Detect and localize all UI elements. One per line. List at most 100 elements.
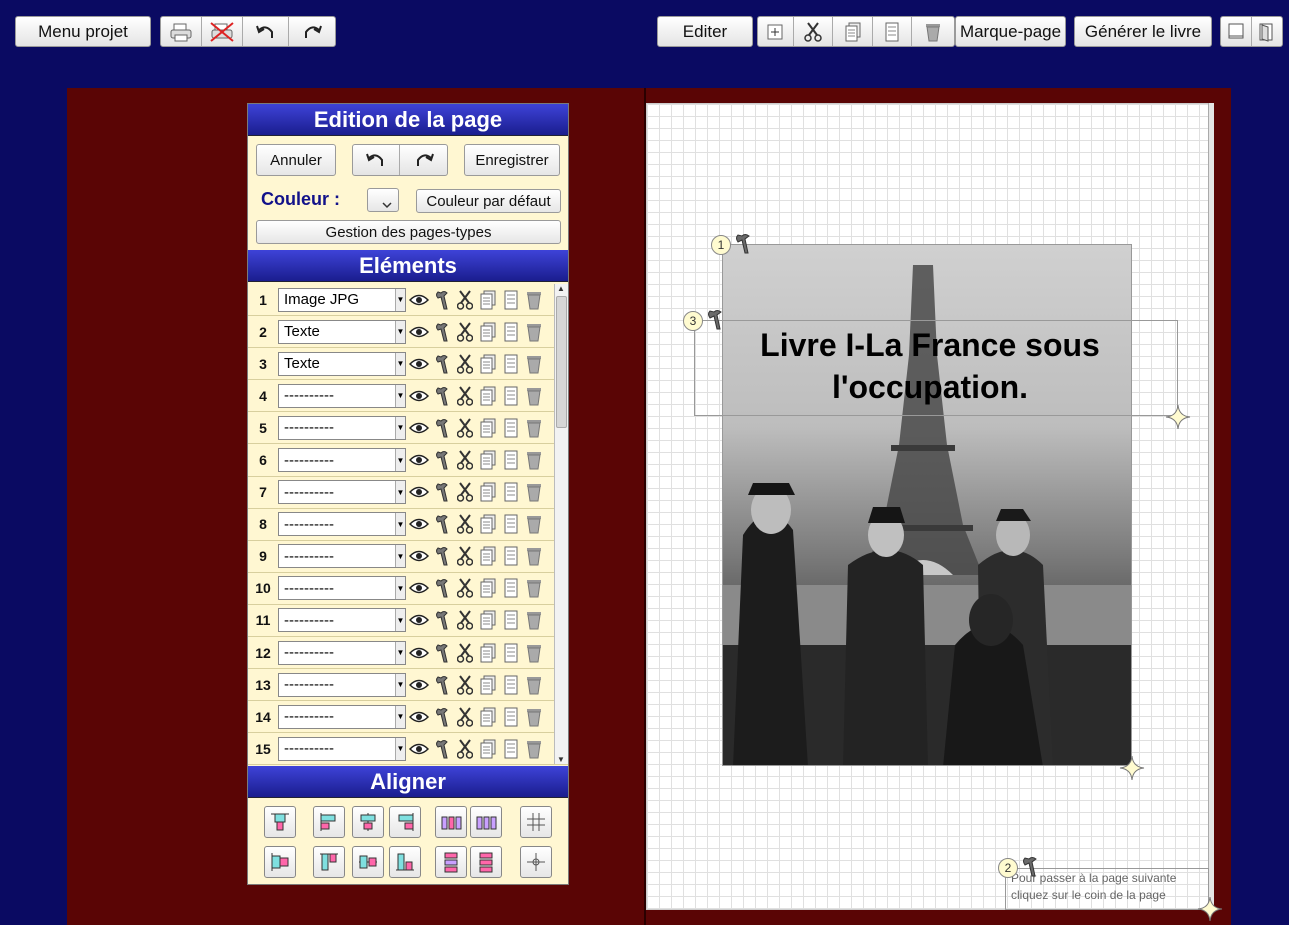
copy-icon[interactable] — [477, 321, 499, 343]
trash-icon[interactable] — [523, 545, 545, 567]
element-type-select[interactable]: ---------- ▼ — [278, 608, 406, 633]
exit-button[interactable] — [1252, 17, 1282, 46]
paste-icon[interactable] — [500, 289, 522, 311]
element-type-select[interactable]: Texte ▼ — [278, 351, 406, 376]
scissors-icon[interactable] — [454, 609, 476, 631]
scissors-icon[interactable] — [454, 385, 476, 407]
distribute-h-button[interactable] — [435, 806, 467, 838]
scissors-icon[interactable] — [454, 353, 476, 375]
eye-icon[interactable] — [408, 577, 430, 599]
wrench-icon[interactable] — [431, 289, 453, 311]
default-color-button[interactable]: Couleur par défaut — [416, 189, 561, 213]
paste-icon[interactable] — [500, 321, 522, 343]
trash-icon[interactable] — [523, 353, 545, 375]
scissors-icon[interactable] — [454, 706, 476, 728]
wrench-icon[interactable] — [431, 513, 453, 535]
element-type-select[interactable]: ---------- ▼ — [278, 640, 406, 665]
trash-icon[interactable] — [523, 321, 545, 343]
paste-icon[interactable] — [500, 481, 522, 503]
element-type-select[interactable]: ---------- ▼ — [278, 448, 406, 473]
eye-icon[interactable] — [408, 353, 430, 375]
paste-icon[interactable] — [500, 609, 522, 631]
resize-handle-icon[interactable] — [1119, 755, 1145, 781]
copy-icon[interactable] — [477, 289, 499, 311]
redo-button[interactable] — [289, 17, 335, 46]
eye-icon[interactable] — [408, 417, 430, 439]
distribute-v-equal-button[interactable] — [470, 846, 502, 878]
scroll-down-arrow[interactable]: ▼ — [557, 755, 565, 764]
cut-page-button[interactable] — [794, 17, 834, 46]
eye-icon[interactable] — [408, 481, 430, 503]
scissors-icon[interactable] — [454, 674, 476, 696]
delete-page-button[interactable] — [912, 17, 954, 46]
editer-button[interactable]: Editer — [657, 16, 753, 47]
align-top-button[interactable] — [264, 806, 296, 838]
paste-icon[interactable] — [500, 577, 522, 599]
distribute-h-equal-button[interactable] — [470, 806, 502, 838]
copy-icon[interactable] — [477, 481, 499, 503]
paste-icon[interactable] — [500, 353, 522, 375]
footer-text[interactable]: Pour passer à la page suivante cliquez s… — [1011, 870, 1207, 904]
element-type-select[interactable]: ---------- ▼ — [278, 736, 406, 761]
scissors-icon[interactable] — [454, 417, 476, 439]
distribute-v-button[interactable] — [435, 846, 467, 878]
copy-icon[interactable] — [477, 674, 499, 696]
eye-icon[interactable] — [408, 385, 430, 407]
paste-icon[interactable] — [500, 706, 522, 728]
color-picker-button[interactable] — [367, 188, 399, 212]
paste-icon[interactable] — [500, 385, 522, 407]
element-type-select[interactable]: ---------- ▼ — [278, 415, 406, 440]
wrench-icon[interactable] — [431, 642, 453, 664]
element-type-select[interactable]: ---------- ▼ — [278, 576, 406, 601]
scissors-icon[interactable] — [454, 513, 476, 535]
scroll-up-arrow[interactable]: ▲ — [557, 284, 565, 293]
copy-icon[interactable] — [477, 417, 499, 439]
scissors-icon[interactable] — [454, 481, 476, 503]
wrench-icon[interactable] — [705, 309, 725, 331]
paste-icon[interactable] — [500, 449, 522, 471]
copy-icon[interactable] — [477, 577, 499, 599]
wrench-icon[interactable] — [431, 706, 453, 728]
menu-projet-button[interactable]: Menu projet — [15, 16, 151, 47]
page-types-button[interactable]: Gestion des pages-types — [256, 220, 561, 244]
paste-icon[interactable] — [500, 738, 522, 760]
title-element-badge[interactable]: 3 — [683, 311, 703, 331]
scissors-icon[interactable] — [454, 577, 476, 599]
wrench-icon[interactable] — [431, 738, 453, 760]
image-element-badge[interactable]: 1 — [711, 235, 731, 255]
eye-icon[interactable] — [408, 642, 430, 664]
scissors-icon[interactable] — [454, 449, 476, 471]
element-type-select[interactable]: ---------- ▼ — [278, 383, 406, 408]
scrollbar-thumb[interactable] — [556, 296, 567, 428]
no-print-button[interactable] — [202, 17, 243, 46]
trash-icon[interactable] — [523, 577, 545, 599]
trash-icon[interactable] — [523, 449, 545, 471]
eye-icon[interactable] — [408, 706, 430, 728]
wrench-icon[interactable] — [431, 609, 453, 631]
align-bottom-button[interactable] — [389, 846, 421, 878]
trash-icon[interactable] — [523, 481, 545, 503]
trash-icon[interactable] — [523, 674, 545, 696]
trash-icon[interactable] — [523, 289, 545, 311]
trash-icon[interactable] — [523, 706, 545, 728]
eye-icon[interactable] — [408, 738, 430, 760]
copy-icon[interactable] — [477, 738, 499, 760]
element-type-select[interactable]: ---------- ▼ — [278, 480, 406, 505]
footer-element-badge[interactable]: 2 — [998, 858, 1018, 878]
eye-icon[interactable] — [408, 289, 430, 311]
align-center-h-button[interactable] — [352, 806, 384, 838]
element-type-select[interactable]: Texte ▼ — [278, 319, 406, 344]
wrench-icon[interactable] — [431, 385, 453, 407]
marque-page-button[interactable]: Marque-page — [955, 16, 1066, 47]
scissors-icon[interactable] — [454, 321, 476, 343]
align-left-vertical-button[interactable] — [264, 846, 296, 878]
copy-icon[interactable] — [477, 513, 499, 535]
copy-icon[interactable] — [477, 642, 499, 664]
wrench-icon[interactable] — [431, 674, 453, 696]
page-turn-corner-icon[interactable] — [1197, 896, 1223, 922]
annuler-button[interactable]: Annuler — [256, 144, 336, 176]
trash-icon[interactable] — [523, 609, 545, 631]
align-middle-button[interactable] — [352, 846, 384, 878]
wrench-icon[interactable] — [431, 545, 453, 567]
resize-handle-icon[interactable] — [1165, 404, 1191, 430]
